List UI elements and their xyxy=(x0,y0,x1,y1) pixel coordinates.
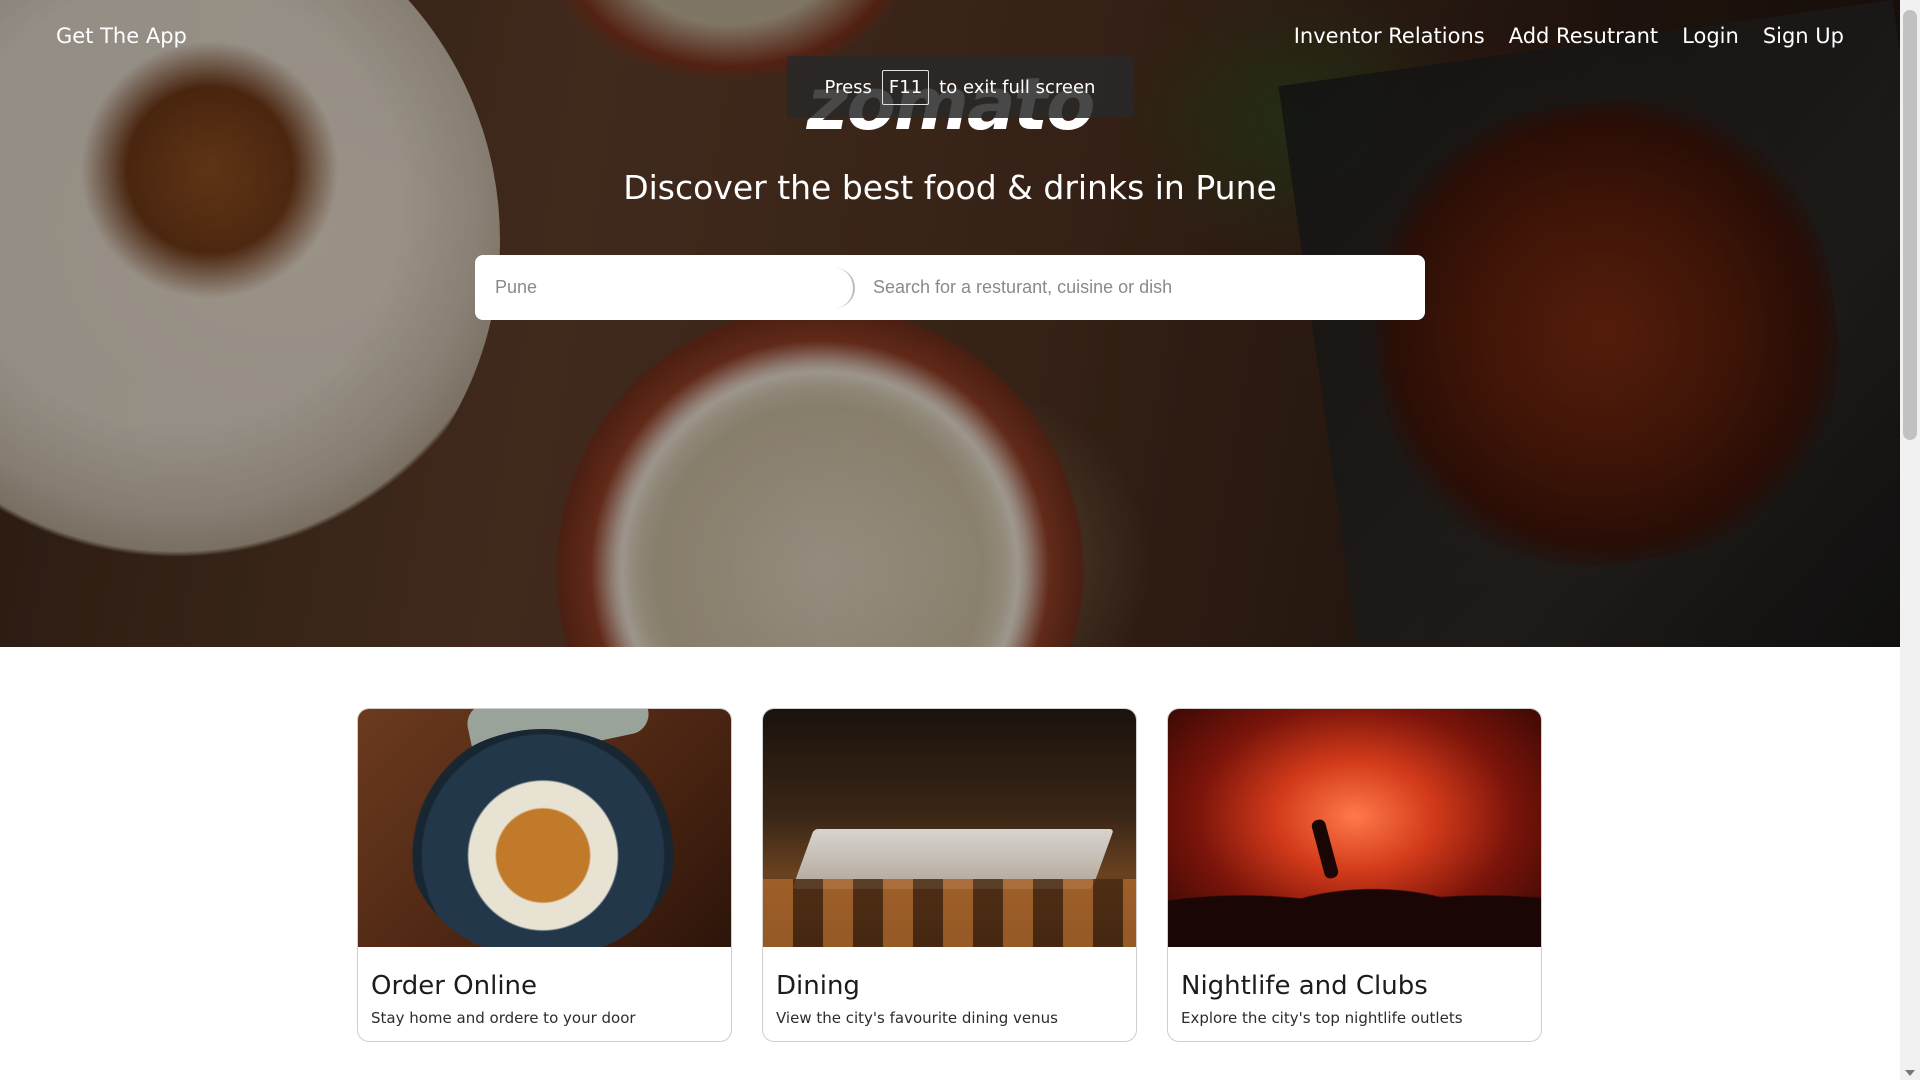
nav-sign-up[interactable]: Sign Up xyxy=(1763,24,1844,48)
fullscreen-exit-toast: Press F11 to exit full screen xyxy=(787,56,1133,118)
page-scrollbar[interactable] xyxy=(1900,0,1920,1080)
card-nightlife[interactable]: Nightlife and Clubs Explore the city's t… xyxy=(1167,708,1542,1042)
card-description: Stay home and ordere to your door xyxy=(371,1009,636,1027)
card-description: Explore the city's top nightlife outlets xyxy=(1181,1009,1463,1027)
nav-login[interactable]: Login xyxy=(1682,24,1739,48)
category-cards: Order Online Stay home and ordere to you… xyxy=(357,708,1542,1042)
card-dining[interactable]: Dining View the city's favourite dining … xyxy=(762,708,1137,1042)
nav-add-restaurant[interactable]: Add Resutrant xyxy=(1509,24,1658,48)
dining-image xyxy=(763,709,1136,947)
toast-key: F11 xyxy=(881,69,930,105)
card-title: Dining xyxy=(776,971,860,1001)
card-description: View the city's favourite dining venus xyxy=(776,1009,1058,1027)
nightlife-image xyxy=(1168,709,1541,947)
search-bar xyxy=(475,255,1425,320)
toast-rest-text: to exit full screen xyxy=(939,76,1096,98)
search-input[interactable] xyxy=(871,255,1425,320)
toast-press-text: Press xyxy=(824,76,872,98)
card-order-online[interactable]: Order Online Stay home and ordere to you… xyxy=(357,708,732,1042)
card-title: Nightlife and Clubs xyxy=(1181,971,1428,1001)
scroll-down-arrow-icon[interactable] xyxy=(1905,1070,1915,1076)
search-divider xyxy=(835,267,855,308)
hero-tagline: Discover the best food & drinks in Pune xyxy=(623,168,1277,207)
nav-investor-relations[interactable]: Inventor Relations xyxy=(1294,24,1485,48)
get-the-app-link[interactable]: Get The App xyxy=(56,24,187,48)
top-nav: Inventor Relations Add Resutrant Login S… xyxy=(1294,24,1844,48)
location-input[interactable] xyxy=(475,255,835,320)
scrollbar-thumb[interactable] xyxy=(1903,10,1917,440)
order-online-image xyxy=(358,709,731,947)
card-title: Order Online xyxy=(371,971,538,1001)
